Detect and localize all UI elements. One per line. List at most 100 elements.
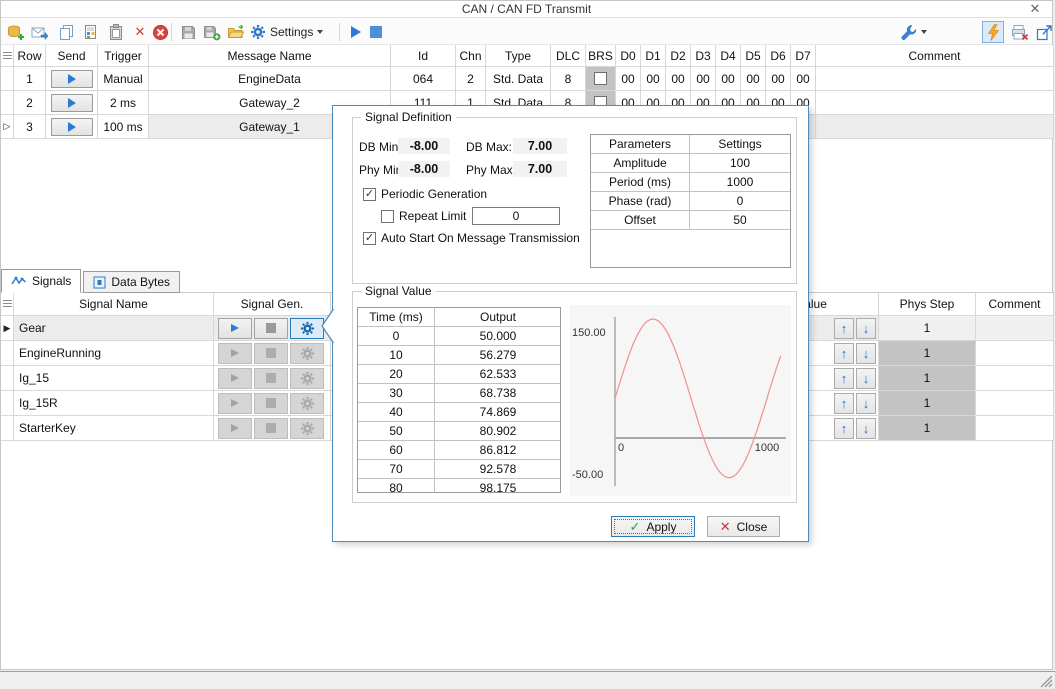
col-header-d0[interactable]: D0	[616, 45, 641, 67]
param-value[interactable]: 1000	[690, 173, 790, 192]
send-message-button[interactable]	[51, 70, 93, 88]
paste-special-button[interactable]	[79, 21, 101, 43]
signal-config-button[interactable]	[290, 393, 324, 414]
open-button[interactable]	[225, 21, 247, 43]
id-cell[interactable]: 064	[391, 67, 456, 91]
col-header-comment[interactable]: Comment	[816, 45, 1054, 67]
signal-config-button[interactable]	[290, 343, 324, 364]
signal-stop-button[interactable]	[254, 368, 288, 389]
settings-dropdown-button[interactable]: Settings	[247, 21, 326, 43]
data-byte-cell[interactable]: 00	[791, 67, 816, 91]
signal-config-button[interactable]	[290, 418, 324, 439]
col-header-message-name[interactable]: Message Name	[149, 45, 391, 67]
value-up-button[interactable]: ↑	[834, 368, 854, 389]
start-transmit-button[interactable]	[345, 21, 367, 43]
signal-start-button[interactable]	[218, 393, 252, 414]
phys-step-cell[interactable]: 1	[879, 316, 976, 341]
export-button[interactable]	[1033, 21, 1055, 43]
data-byte-cell[interactable]: 00	[691, 67, 716, 91]
signal-comment-cell[interactable]	[976, 316, 1054, 341]
col-header-send[interactable]: Send	[46, 45, 98, 67]
col-header-chn[interactable]: Chn	[456, 45, 486, 67]
data-byte-cell[interactable]: 00	[641, 67, 666, 91]
tab-signals[interactable]: Signals	[1, 269, 81, 293]
paste-button[interactable]	[105, 21, 127, 43]
single-shot-toggle-button[interactable]	[982, 21, 1004, 43]
save-new-button[interactable]	[201, 21, 223, 43]
col-header-d7[interactable]: D7	[791, 45, 816, 67]
close-icon[interactable]: ✕	[1026, 1, 1044, 17]
dlc-cell[interactable]: 8	[551, 67, 586, 91]
signal-name-cell[interactable]: Ig_15	[14, 366, 214, 391]
signal-start-button[interactable]	[218, 368, 252, 389]
resize-grip[interactable]	[1038, 673, 1053, 688]
value-up-button[interactable]: ↑	[834, 318, 854, 339]
phys-step-cell[interactable]: 1	[879, 366, 976, 391]
value-down-button[interactable]: ↓	[856, 418, 876, 439]
col-header-dlc[interactable]: DLC	[551, 45, 586, 67]
save-button[interactable]	[177, 21, 199, 43]
signal-stop-button[interactable]	[254, 393, 288, 414]
data-byte-cell[interactable]: 00	[741, 67, 766, 91]
data-byte-cell[interactable]: 00	[666, 67, 691, 91]
signal-name-cell[interactable]: Gear	[14, 316, 214, 341]
delete-button[interactable]: ✕	[129, 21, 151, 43]
signal-start-button[interactable]	[218, 343, 252, 364]
signal-stop-button[interactable]	[254, 418, 288, 439]
copy-button[interactable]	[55, 21, 77, 43]
param-value[interactable]: 0	[690, 192, 790, 211]
trigger-cell[interactable]: 2 ms	[98, 91, 149, 115]
col-header-row[interactable]: Row	[14, 45, 46, 67]
send-message-button[interactable]	[51, 94, 93, 112]
send-message-button[interactable]	[51, 118, 93, 136]
col-header-signal-comment[interactable]: Comment	[976, 293, 1054, 316]
signal-start-button[interactable]	[218, 418, 252, 439]
col-header-brs[interactable]: BRS	[586, 45, 616, 67]
trigger-cell[interactable]: Manual	[98, 67, 149, 91]
close-dialog-button[interactable]: ✕ Close	[707, 516, 780, 537]
comment-cell[interactable]	[816, 91, 1054, 115]
print-disabled-button[interactable]	[1009, 21, 1031, 43]
phys-step-cell[interactable]: 1	[879, 416, 976, 441]
signal-start-button[interactable]	[218, 318, 252, 339]
data-byte-cell[interactable]: 00	[616, 67, 641, 91]
col-header-d6[interactable]: D6	[766, 45, 791, 67]
data-byte-cell[interactable]: 00	[716, 67, 741, 91]
signal-comment-cell[interactable]	[976, 416, 1054, 441]
signal-stop-button[interactable]	[254, 343, 288, 364]
apply-button[interactable]: ✓ Apply	[611, 516, 695, 537]
col-header-d1[interactable]: D1	[641, 45, 666, 67]
comment-cell[interactable]	[816, 67, 1054, 91]
comment-cell[interactable]	[816, 115, 1054, 139]
repeat-limit-input[interactable]: 0	[472, 207, 560, 225]
clear-all-button[interactable]	[149, 21, 171, 43]
trigger-cell[interactable]: 100 ms	[98, 115, 149, 139]
tab-data-bytes[interactable]: Data Bytes	[83, 271, 180, 293]
value-down-button[interactable]: ↓	[856, 368, 876, 389]
data-byte-cell[interactable]: 00	[766, 67, 791, 91]
signal-name-cell[interactable]: EngineRunning	[14, 341, 214, 366]
auto-start-checkbox[interactable]	[363, 232, 376, 245]
phys-step-cell[interactable]: 1	[879, 341, 976, 366]
value-down-button[interactable]: ↓	[856, 393, 876, 414]
signal-comment-cell[interactable]	[976, 391, 1054, 416]
brs-checkbox[interactable]	[594, 72, 607, 85]
col-header-trigger[interactable]: Trigger	[98, 45, 149, 67]
col-header-d2[interactable]: D2	[666, 45, 691, 67]
param-value[interactable]: 50	[690, 211, 790, 230]
signal-name-cell[interactable]: Ig_15R	[14, 391, 214, 416]
repeat-limit-checkbox[interactable]	[381, 210, 394, 223]
col-header-d4[interactable]: D4	[716, 45, 741, 67]
col-header-phys-step[interactable]: Phys Step	[879, 293, 976, 316]
value-up-button[interactable]: ↑	[834, 418, 854, 439]
signal-config-button[interactable]	[290, 368, 324, 389]
param-value[interactable]: 100	[690, 154, 790, 173]
value-up-button[interactable]: ↑	[834, 393, 854, 414]
signal-config-button[interactable]	[290, 318, 324, 339]
signal-comment-cell[interactable]	[976, 341, 1054, 366]
import-message-button[interactable]	[29, 21, 51, 43]
signal-comment-cell[interactable]	[976, 366, 1054, 391]
type-cell[interactable]: Std. Data	[486, 67, 551, 91]
value-down-button[interactable]: ↓	[856, 318, 876, 339]
message-name-cell[interactable]: EngineData	[149, 67, 391, 91]
